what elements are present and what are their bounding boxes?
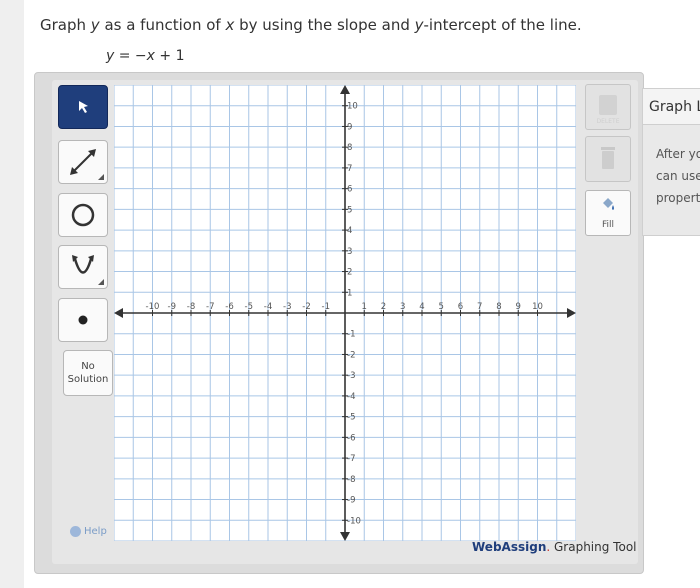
y-tick-label: -8 [347,475,355,485]
y-tick-label: 9 [347,122,352,132]
x-tick-label: -10 [146,302,160,312]
fill-button[interactable]: Fill [585,190,631,236]
panel-title: Graph L [643,89,700,125]
x-tick-label: 10 [532,302,543,312]
y-tick-label: 8 [347,143,352,153]
y-tick-label: -4 [347,392,355,402]
graph-layers-panel: Graph L After yo can use propert [642,88,700,236]
svg-text:DELETE: DELETE [596,118,619,125]
submenu-indicator-icon [98,279,104,285]
pointer-tool-button[interactable] [58,85,108,129]
webassign-brand: WebAssign. Graphing Tool [472,540,637,554]
y-tick-label: 6 [347,185,352,195]
help-icon [70,526,81,537]
x-tick-label: 3 [400,302,405,312]
y-tick-label: -3 [347,371,355,381]
eraser-icon: DELETE [596,95,620,125]
cursor-arrow-icon [79,101,88,113]
x-tick-label: 8 [496,302,501,312]
panel-text: After yo can use propert [656,147,700,205]
x-tick-label: 6 [458,302,463,312]
y-tick-label: -2 [347,350,355,360]
point-icon [78,315,88,325]
equation: y = −x + 1 [106,48,185,64]
circle-icon [71,203,95,227]
line-tool-button[interactable] [58,140,108,184]
circle-tool-button[interactable] [58,193,108,237]
y-tick-label: 10 [347,102,358,112]
point-tool-button[interactable] [58,298,108,342]
x-tick-label: -3 [283,302,291,312]
x-tick-label: 1 [362,302,367,312]
submenu-indicator-icon [98,174,104,180]
x-tick-label: -6 [225,302,233,312]
help-link[interactable]: Help [70,526,107,537]
x-tick-label: -1 [322,302,330,312]
x-tick-label: 5 [439,302,444,312]
x-tick-label: -5 [245,302,253,312]
y-tick-label: -9 [347,496,355,506]
parabola-tool-button[interactable] [58,245,108,289]
parabola-icon [72,255,94,274]
y-tick-label: 1 [347,288,352,298]
x-tick-label: -8 [187,302,195,312]
x-tick-label: 2 [381,302,386,312]
x-tick-label: 7 [477,302,482,312]
x-tick-label: -9 [168,302,176,312]
y-tick-label: 7 [347,164,352,174]
x-tick-label: -4 [264,302,272,312]
coordinate-grid[interactable]: -10 -9 -8 -7 -6 -5 -4 -3 -2 -1 1 2 3 4 5 6 7 8 9 10 10 9 8 7 6 5 4… [114,85,576,541]
y-tick-label: 5 [347,205,352,215]
y-tick-label: -7 [347,454,355,464]
y-tick-label: -6 [347,433,355,443]
x-tick-label: -7 [206,302,214,312]
y-tick-label: -1 [347,330,355,340]
y-tick-label: 2 [347,268,352,278]
x-tick-label: -2 [302,302,310,312]
question-prompt: Graph y as a function of x by using the … [40,16,582,34]
line-icon [70,149,96,175]
x-tick-label: 4 [419,302,424,312]
y-tick-label: 4 [347,226,352,236]
y-tick-label: -10 [347,516,361,526]
delete-button[interactable]: DELETE [585,84,631,130]
x-tick-label: 9 [516,302,521,312]
trash-icon [601,147,615,169]
y-tick-label: 3 [347,247,352,257]
y-tick-label: -5 [347,413,355,423]
paint-bucket-icon [603,198,614,210]
trash-button[interactable] [585,136,631,182]
no-solution-button[interactable]: No Solution [63,350,113,396]
